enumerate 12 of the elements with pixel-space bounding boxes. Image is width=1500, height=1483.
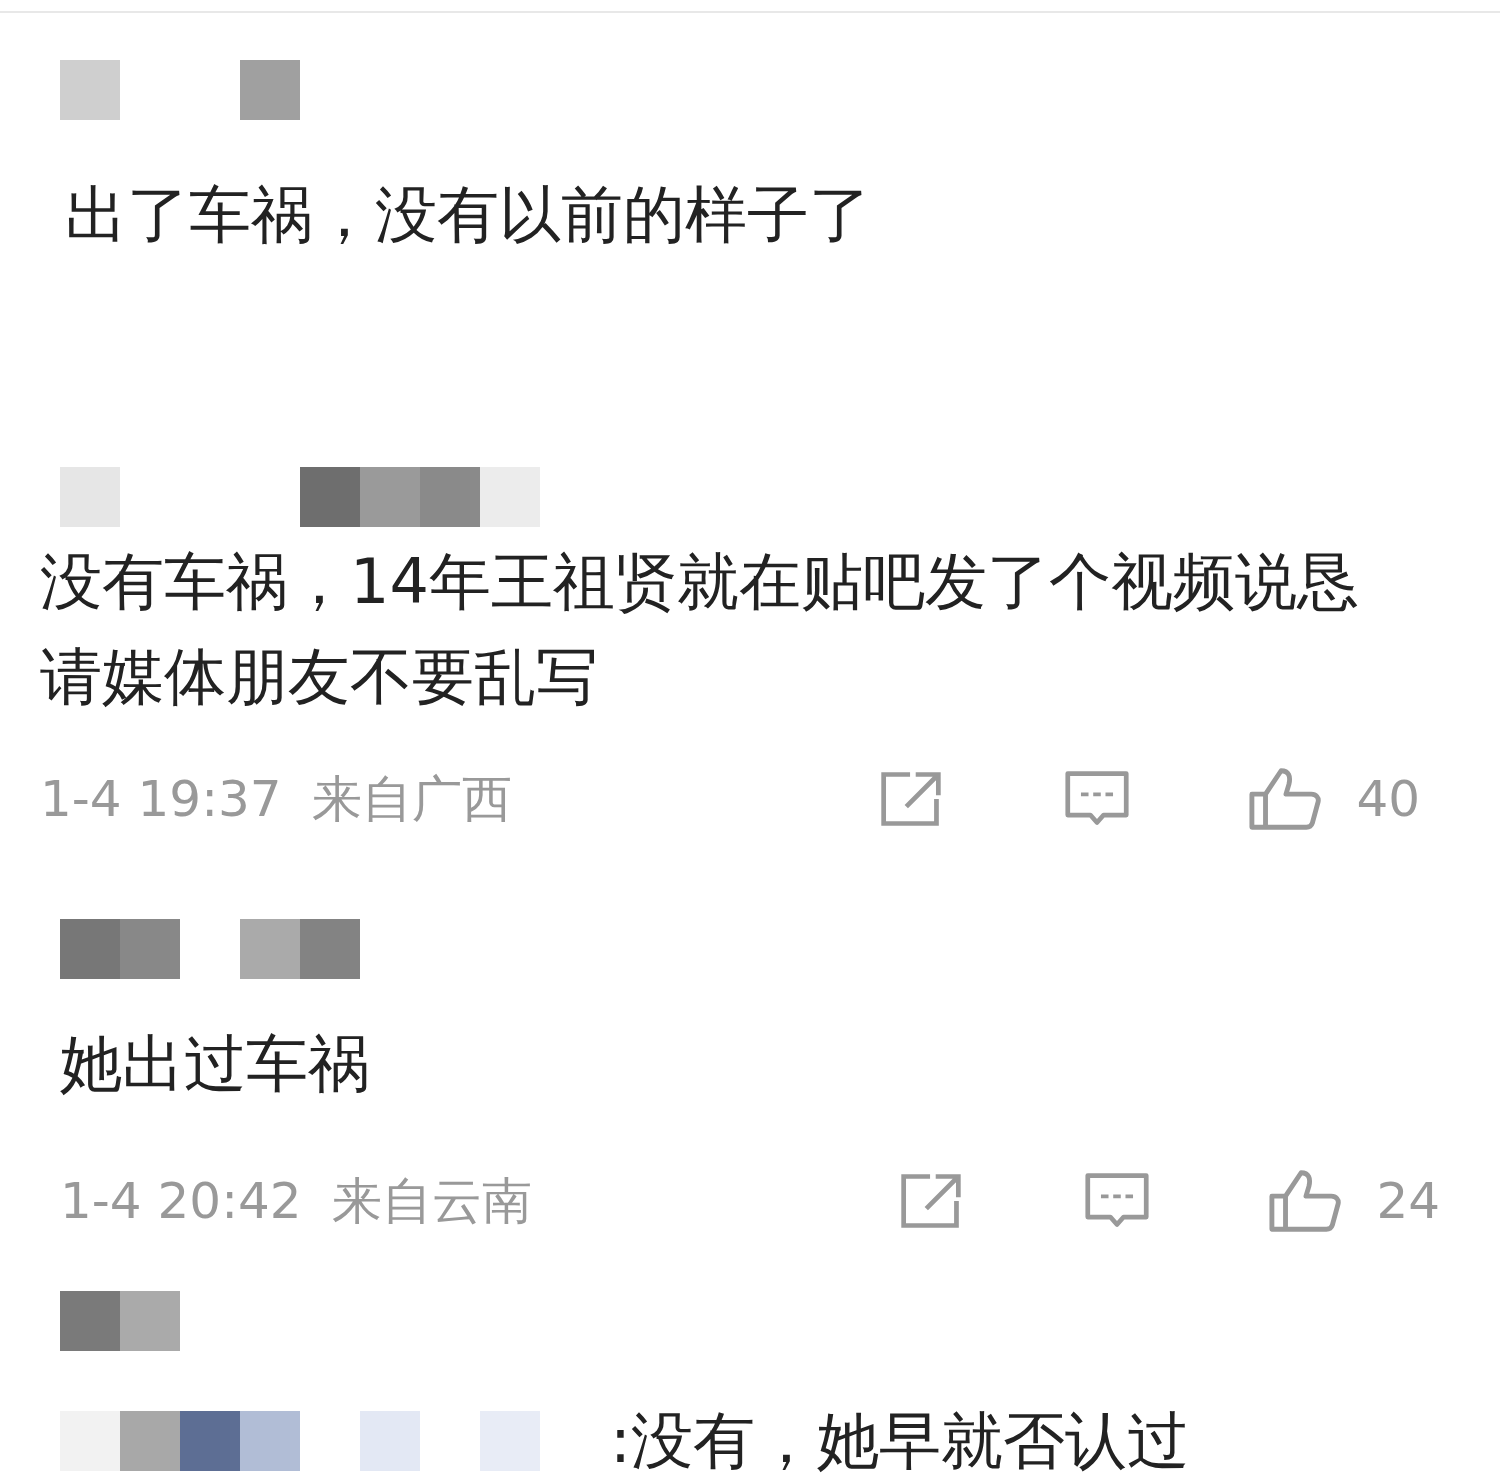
like-count: 24 <box>1376 1172 1440 1230</box>
thumbs-up-icon[interactable] <box>1248 766 1323 832</box>
comment-location: 来自云南 <box>331 1170 532 1232</box>
like-count: 40 <box>1356 770 1420 828</box>
comment-text: 没有车祸，14年王祖贤就在贴吧发了个视频说恳请媒体朋友不要乱写 <box>40 544 1360 715</box>
comment-time: 1-4 20:42 <box>60 1172 302 1230</box>
comment-time: 1-4 19:37 <box>40 770 282 828</box>
thumbs-up-icon[interactable] <box>1268 1168 1343 1234</box>
comment-text: 她出过车祸 <box>60 1026 371 1102</box>
reply-text: :没有，她早就否认过 <box>610 1403 1189 1479</box>
comment-text: 出了车祸，没有以前的样子了 <box>65 177 872 253</box>
comment-location: 来自广西 <box>311 768 512 830</box>
